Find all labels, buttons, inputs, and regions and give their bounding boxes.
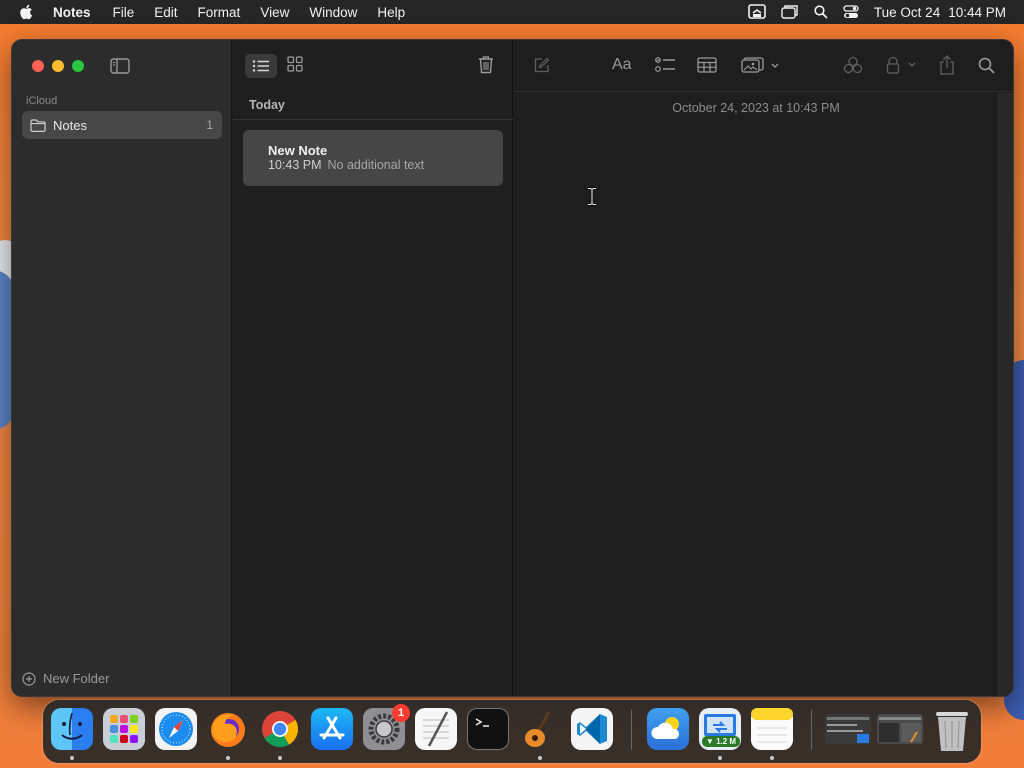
running-indicator: [770, 756, 774, 760]
sidebar-toggle-icon[interactable]: [110, 58, 130, 79]
clock-time: 10:44 PM: [948, 4, 1006, 20]
menu-app-name[interactable]: Notes: [53, 5, 91, 20]
dock-notes-icon[interactable]: [751, 708, 793, 750]
list-view-icon[interactable]: [245, 54, 277, 78]
checklist-icon[interactable]: [655, 56, 676, 74]
share-icon[interactable]: [939, 55, 955, 75]
dock-vscode-icon[interactable]: [571, 708, 613, 750]
running-indicator: [70, 756, 74, 760]
window-controls: [32, 60, 92, 72]
dock-safari-icon[interactable]: [155, 708, 197, 750]
new-folder-label: New Folder: [43, 671, 110, 686]
dock-launchpad-icon[interactable]: [103, 708, 145, 750]
control-center-icon[interactable]: [843, 5, 859, 19]
spotlight-search-icon[interactable]: [814, 5, 828, 19]
dock-system-settings-icon[interactable]: 1: [363, 704, 410, 750]
screen-mirroring-icon[interactable]: [748, 4, 766, 20]
dock-chrome-icon[interactable]: [259, 708, 301, 750]
note-group-header: Today: [249, 98, 285, 112]
lock-icon[interactable]: [885, 56, 921, 74]
media-icon[interactable]: [741, 57, 781, 73]
note-list-item[interactable]: New Note 10:43 PM No additional text: [243, 130, 503, 186]
dock-download-icon[interactable]: ▼ 1.2 M: [699, 708, 741, 750]
dock-finder-icon[interactable]: [51, 708, 93, 750]
search-icon[interactable]: [978, 57, 995, 74]
note-editor: Aa October 24, 2023 at 10:43 PM: [514, 40, 1013, 696]
trash-icon[interactable]: [478, 55, 494, 79]
sidebar-folder-notes[interactable]: Notes 1: [22, 111, 222, 139]
dock-separator: [811, 710, 812, 750]
divider: [233, 119, 513, 120]
running-indicator: [538, 756, 542, 760]
folder-note-count: 1: [206, 118, 213, 132]
clock-date: Tue Oct 24: [873, 4, 941, 20]
folder-label: Notes: [53, 117, 87, 133]
icloud-section-label: iCloud: [26, 95, 58, 107]
plus-circle-icon: [22, 671, 36, 686]
notes-window: iCloud Notes 1 New Folder Today New Note…: [12, 40, 1013, 696]
menu-view[interactable]: View: [260, 5, 289, 20]
menu-file[interactable]: File: [113, 5, 135, 20]
menu-bar-clock[interactable]: Tue Oct 24 10:44 PM: [874, 5, 1006, 20]
download-progress-badge: ▼ 1.2 M: [702, 736, 740, 747]
dock-weather-icon[interactable]: [647, 708, 689, 750]
menu-format[interactable]: Format: [198, 5, 241, 20]
compose-icon[interactable]: [534, 57, 550, 73]
text-cursor-icon: [587, 187, 597, 211]
notification-badge: 1: [392, 704, 410, 722]
dock-app-store-icon[interactable]: [311, 708, 353, 750]
folders-sidebar: iCloud Notes 1 New Folder: [12, 40, 232, 696]
gallery-view-icon[interactable]: [287, 56, 303, 77]
format-text-icon[interactable]: Aa: [612, 56, 632, 74]
dock-trash-icon[interactable]: [931, 708, 973, 751]
apple-menu-icon[interactable]: [19, 4, 37, 20]
dock-firefox-icon[interactable]: [207, 708, 249, 750]
note-list-toolbar: [233, 40, 513, 92]
running-indicator: [278, 756, 282, 760]
note-time: 10:43 PM: [268, 158, 322, 172]
zoom-window-button[interactable]: [72, 60, 84, 72]
note-meta: 10:43 PM No additional text: [268, 158, 424, 172]
dock-garageband-icon[interactable]: [519, 708, 561, 750]
editor-toolbar: Aa: [514, 40, 1013, 92]
dock-separator: [631, 710, 632, 750]
menu-edit[interactable]: Edit: [154, 5, 177, 20]
collaborate-icon[interactable]: [843, 56, 863, 75]
menu-window[interactable]: Window: [309, 5, 357, 20]
dock: 1 ▼ 1.2 M: [43, 700, 981, 763]
note-date-header: October 24, 2023 at 10:43 PM: [672, 101, 840, 115]
editor-scrollbar[interactable]: [998, 93, 1013, 696]
table-icon[interactable]: [697, 57, 717, 73]
stage-manager-icon[interactable]: [781, 5, 799, 19]
dock-recent-window-thumbnail[interactable]: [825, 714, 871, 744]
minimize-window-button[interactable]: [52, 60, 64, 72]
note-preview: No additional text: [327, 158, 425, 172]
note-list-pane: Today New Note 10:43 PM No additional tex…: [233, 40, 513, 696]
dock-textedit-icon[interactable]: [415, 708, 457, 750]
running-indicator: [226, 756, 230, 760]
dock-terminal-icon[interactable]: [467, 708, 509, 750]
running-indicator: [718, 756, 722, 760]
new-folder-button[interactable]: New Folder: [22, 671, 109, 686]
folder-icon: [30, 118, 46, 132]
menu-bar: Notes File Edit Format View Window Help …: [0, 0, 1024, 24]
format-text-label: Aa: [612, 56, 632, 73]
note-title: New Note: [268, 143, 328, 158]
close-window-button[interactable]: [32, 60, 44, 72]
menu-help[interactable]: Help: [377, 5, 405, 20]
dock-recent-window-thumbnail[interactable]: [877, 714, 923, 744]
